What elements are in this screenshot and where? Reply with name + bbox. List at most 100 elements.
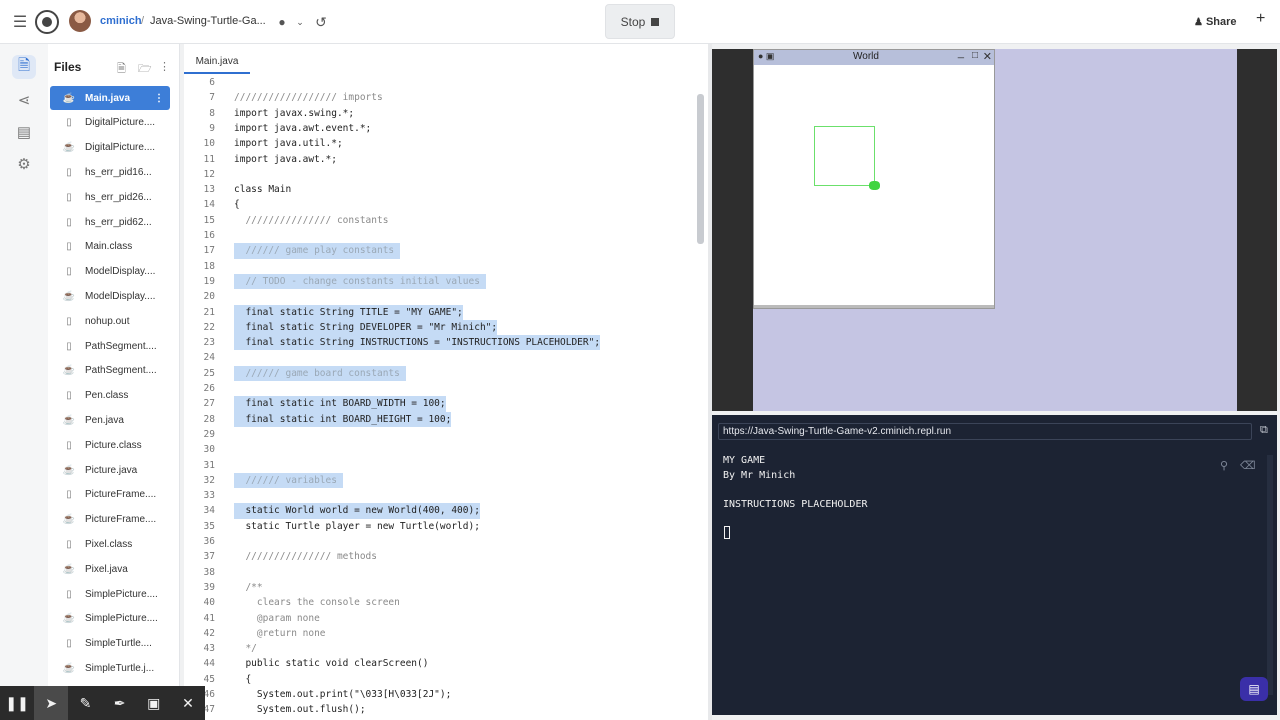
search-icon[interactable]: ⚲ bbox=[1220, 459, 1228, 472]
settings-icon[interactable]: ⚙ bbox=[12, 152, 36, 176]
menu-icon[interactable]: ☰ bbox=[8, 10, 32, 34]
file-item[interactable]: ▯ SimpleTurtle.... bbox=[50, 632, 170, 656]
file-item[interactable]: ▯ PathSegment.... bbox=[50, 334, 170, 358]
file-name: SimplePicture.... bbox=[85, 613, 158, 625]
code-line: 33 bbox=[184, 488, 696, 503]
line-text: { bbox=[234, 199, 240, 211]
file-name: Pixel.class bbox=[85, 538, 133, 550]
file-item[interactable]: ☕ Picture.java bbox=[50, 458, 170, 482]
file-item[interactable]: ☕ Pen.java bbox=[50, 408, 170, 432]
file-item[interactable]: ▯ SimplePicture.... bbox=[50, 582, 170, 606]
file-item[interactable]: ▯ hs_err_pid26... bbox=[50, 185, 170, 209]
new-folder-icon[interactable]: 🗁 bbox=[138, 60, 152, 79]
avatar[interactable] bbox=[69, 10, 91, 32]
file-item[interactable]: ☕ PathSegment.... bbox=[50, 359, 170, 383]
highlighter-icon[interactable]: ✒ bbox=[103, 686, 137, 720]
line-text: final static int BOARD_HEIGHT = 100; bbox=[234, 411, 452, 427]
file-item[interactable]: ▯ DigitalPicture.... bbox=[50, 111, 170, 135]
code-line: 10 import java.util.*; bbox=[184, 136, 696, 151]
repl-name[interactable]: Java-Swing-Turtle-Ga... bbox=[150, 15, 266, 27]
line-number: 9 bbox=[209, 122, 215, 134]
line-number: 20 bbox=[203, 291, 215, 303]
url-bar[interactable]: https://Java-Swing-Turtle-Game-v2.cminic… bbox=[718, 423, 1252, 440]
file-item[interactable]: ▯ ModelDisplay.... bbox=[50, 260, 170, 284]
vnc-border-left bbox=[712, 49, 753, 411]
line-number: 26 bbox=[203, 383, 215, 394]
file-options-icon[interactable]: ⋮ bbox=[154, 93, 164, 104]
line-number: 45 bbox=[203, 673, 215, 685]
history-icon[interactable]: ↺ bbox=[309, 10, 333, 34]
code-line: 26 bbox=[184, 381, 696, 396]
database-icon[interactable]: ▤ bbox=[12, 120, 36, 144]
pen-icon[interactable]: ✎ bbox=[68, 686, 102, 720]
code-line: 12 bbox=[184, 167, 696, 182]
file-name: SimplePicture.... bbox=[85, 588, 158, 600]
tab-main-java[interactable]: Main.java bbox=[184, 50, 250, 74]
open-external-icon[interactable]: ⧉ bbox=[1260, 424, 1268, 437]
plus-icon[interactable]: + bbox=[1256, 10, 1265, 28]
line-number: 36 bbox=[203, 536, 215, 547]
file-item[interactable]: ▯ nohup.out bbox=[50, 309, 170, 333]
coffee-icon: ☕ bbox=[62, 414, 76, 426]
file-item[interactable]: ☕ Pixel.java bbox=[50, 557, 170, 581]
file-item[interactable]: ▯ Pen.class bbox=[50, 384, 170, 408]
close-toolbar-icon[interactable]: ✕ bbox=[171, 686, 205, 720]
maximize-icon[interactable]: □ bbox=[972, 50, 978, 61]
world-window[interactable]: ● ▣ World _ □ ✕ bbox=[753, 47, 995, 309]
pause-icon[interactable]: ❚❚ bbox=[0, 686, 34, 720]
close-icon[interactable]: ✕ bbox=[983, 50, 992, 63]
username-link[interactable]: cminich bbox=[100, 15, 142, 27]
file-item[interactable]: ☕ Main.java ⋮ bbox=[50, 86, 170, 110]
more-options-icon[interactable]: ⋮ bbox=[159, 60, 170, 73]
console-line: MY GAME bbox=[723, 455, 766, 466]
line-number: 34 bbox=[203, 505, 215, 517]
line-text: /////////////// constants bbox=[234, 214, 389, 226]
minimize-icon[interactable]: _ bbox=[958, 47, 964, 59]
line-number: 32 bbox=[203, 474, 215, 486]
replit-logo[interactable] bbox=[35, 10, 59, 34]
chat-icon[interactable]: ▤ bbox=[1240, 677, 1268, 701]
line-text: // TODO - change constants initial value… bbox=[234, 273, 486, 290]
console-line: By Mr Minich bbox=[723, 469, 796, 481]
share-button[interactable]: ♟ Share bbox=[1194, 12, 1237, 32]
annotation-toolbar: ❚❚ ➤ ✎ ✒ ▣ ✕ bbox=[0, 686, 205, 720]
clear-console-icon[interactable]: ⌫ bbox=[1240, 459, 1256, 472]
camera-icon[interactable]: ▣ bbox=[137, 686, 171, 720]
file-item[interactable]: ▯ Picture.class bbox=[50, 433, 170, 457]
files-icon[interactable]: 🗎 bbox=[12, 55, 36, 79]
file-item[interactable]: ▯ hs_err_pid62... bbox=[50, 210, 170, 234]
code-area[interactable]: 6 7 ////////////////// imports 8 import java… bbox=[184, 75, 696, 715]
code-line: 41 @param none bbox=[184, 611, 696, 626]
console-panel[interactable]: https://Java-Swing-Turtle-Game-v2.cminic… bbox=[712, 415, 1277, 715]
stop-button[interactable]: Stop bbox=[605, 4, 675, 39]
file-item[interactable]: ▯ PictureFrame.... bbox=[50, 483, 170, 507]
version-control-icon[interactable]: ⋖ bbox=[12, 88, 36, 112]
coffee-icon: ☕ bbox=[62, 142, 76, 154]
file-item[interactable]: ☕ DigitalPicture.... bbox=[50, 136, 170, 160]
code-line: 9 import java.awt.event.*; bbox=[184, 121, 696, 136]
code-line: 19 // TODO - change constants initial va… bbox=[184, 273, 696, 290]
file-item[interactable]: ☕ ModelDisplay.... bbox=[50, 284, 170, 308]
console-scrollbar[interactable] bbox=[1267, 455, 1273, 695]
line-text: ////// game board constants bbox=[234, 365, 406, 381]
code-line: 17 ////// game play constants bbox=[184, 243, 696, 259]
file-item[interactable]: ▯ Main.class bbox=[50, 235, 170, 259]
world-titlebar[interactable]: ● ▣ World _ □ ✕ bbox=[754, 47, 994, 65]
file-item[interactable]: ☕ PictureFrame.... bbox=[50, 508, 170, 532]
file-item[interactable]: ☕ SimpleTurtle.j... bbox=[50, 656, 170, 680]
window-menu-icon[interactable]: ● ▣ bbox=[758, 51, 774, 62]
file-icon: ▯ bbox=[66, 439, 72, 451]
file-item[interactable]: ☕ SimplePicture.... bbox=[50, 607, 170, 631]
share-label: Share bbox=[1205, 16, 1237, 28]
new-file-icon[interactable]: 🗎 bbox=[117, 60, 126, 79]
line-text: final static int BOARD_WIDTH = 100; bbox=[234, 396, 446, 412]
editor-scrollbar[interactable] bbox=[697, 94, 704, 244]
pointer-icon[interactable]: ➤ bbox=[34, 686, 69, 720]
file-item[interactable]: ▯ Pixel.class bbox=[50, 532, 170, 556]
line-text: static World world = new World(400, 400)… bbox=[234, 503, 480, 519]
file-icon: ▯ bbox=[66, 638, 72, 650]
file-item[interactable]: ▯ hs_err_pid16... bbox=[50, 160, 170, 184]
code-line: 15 /////////////// constants bbox=[184, 213, 696, 228]
line-number: 42 bbox=[203, 627, 215, 639]
file-name: hs_err_pid16... bbox=[85, 166, 152, 178]
